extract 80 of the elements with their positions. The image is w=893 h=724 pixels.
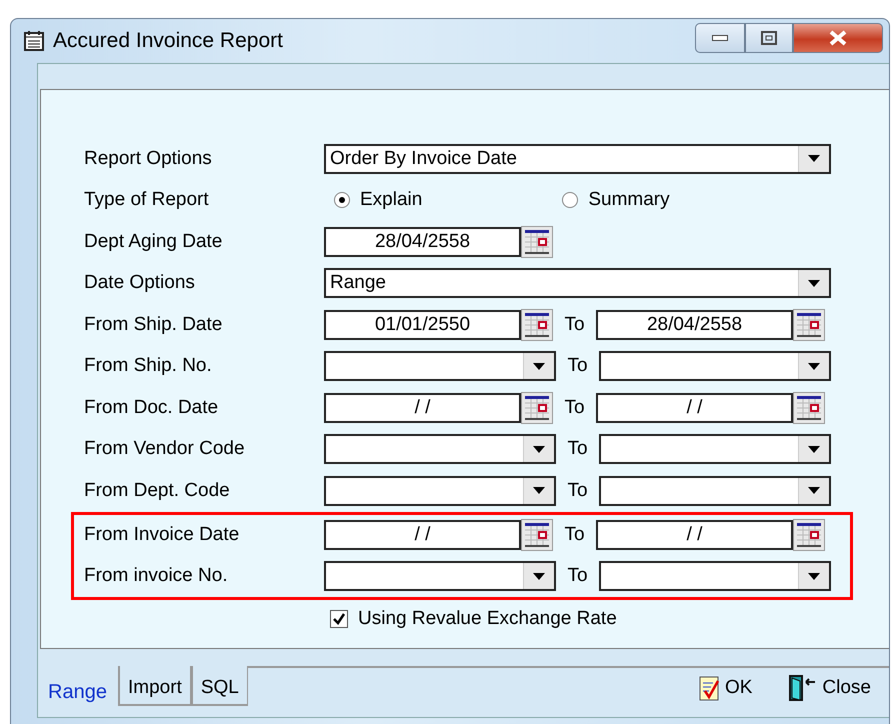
date-field[interactable]: / /	[324, 520, 521, 550]
caret-icon	[808, 446, 820, 453]
field-label: From Doc. Date	[84, 396, 220, 419]
caret-icon	[808, 487, 820, 494]
date-field[interactable]: / /	[324, 392, 521, 423]
field-label: Type of Report	[84, 189, 210, 212]
dropdown-field[interactable]	[599, 351, 831, 382]
dropdown-field[interactable]	[324, 561, 556, 591]
caret-icon	[533, 572, 545, 580]
caret-icon	[808, 155, 820, 162]
calendar-icon[interactable]	[793, 392, 825, 424]
close-button[interactable]: Close	[788, 674, 871, 702]
window-title: Accured Invoince Report	[53, 29, 283, 53]
calendar-icon[interactable]	[521, 226, 553, 258]
field-label: Report Options	[84, 148, 213, 170]
dropdown-button[interactable]	[798, 146, 829, 172]
field-label: Dept Aging Date	[84, 230, 224, 253]
tab[interactable]: Range	[40, 666, 118, 706]
tab[interactable]: Import	[118, 666, 191, 706]
checkmark-icon	[332, 612, 346, 626]
field-label: From Ship. No.	[84, 355, 213, 378]
to-label: To	[563, 396, 586, 419]
caret-icon	[808, 362, 820, 370]
caret-icon	[533, 446, 545, 453]
field-label: From Invoice Date	[84, 524, 240, 546]
dropdown-field[interactable]	[599, 561, 831, 591]
date-field[interactable]: 28/04/2558	[324, 226, 521, 257]
field-label: From Ship. Date	[84, 314, 224, 336]
calendar-icon[interactable]	[793, 308, 825, 341]
caret-icon	[808, 572, 820, 580]
calendar-icon[interactable]	[521, 308, 553, 341]
dropdown-field[interactable]	[324, 476, 556, 506]
close-icon	[829, 30, 847, 46]
dropdown-field[interactable]	[324, 351, 556, 382]
calendar-icon[interactable]	[521, 519, 553, 551]
to-label: To	[566, 565, 589, 587]
caret-icon	[808, 280, 820, 287]
dropdown-button[interactable]	[798, 270, 829, 296]
tab[interactable]: SQL	[190, 666, 248, 706]
to-label: To	[566, 480, 589, 502]
calendar-icon[interactable]	[793, 519, 825, 551]
field-label: From Vendor Code	[84, 438, 246, 460]
to-label: To	[563, 524, 586, 546]
caret-icon	[533, 487, 545, 494]
dropdown-field[interactable]: Range	[324, 268, 831, 298]
dropdown-field[interactable]	[599, 476, 831, 506]
field-label: Date Options	[84, 272, 196, 294]
dropdown-button[interactable]	[798, 478, 829, 504]
maximize-icon	[761, 31, 777, 45]
dropdown-field[interactable]	[324, 434, 556, 464]
dropdown-button[interactable]	[798, 436, 829, 462]
close-button[interactable]	[793, 23, 883, 53]
calendar-icon[interactable]	[521, 392, 553, 424]
dropdown-button[interactable]	[523, 563, 554, 589]
radio-option[interactable]: Explain	[334, 189, 422, 212]
radio-option[interactable]: Summary	[562, 189, 670, 212]
to-label: To	[566, 438, 589, 460]
date-field[interactable]: / /	[596, 392, 793, 423]
minimize-icon	[712, 35, 728, 41]
caret-icon	[533, 362, 545, 370]
field-label: From invoice No.	[84, 565, 229, 587]
date-field[interactable]: / /	[596, 520, 793, 550]
dropdown-field[interactable]	[599, 434, 831, 464]
maximize-button[interactable]	[745, 23, 793, 53]
dropdown-button[interactable]	[798, 353, 829, 380]
ok-button[interactable]: OK	[698, 675, 752, 701]
dropdown-button[interactable]	[523, 353, 554, 380]
dropdown-field[interactable]: Order By Invoice Date	[324, 144, 831, 174]
dropdown-button[interactable]	[523, 478, 554, 504]
dropdown-button[interactable]	[523, 436, 554, 462]
field-label: From Dept. Code	[84, 480, 231, 502]
date-field[interactable]: 28/04/2558	[596, 310, 793, 340]
checklist-icon	[698, 675, 721, 701]
checkbox-option[interactable]: Using Revalue Exchange Rate	[330, 608, 617, 630]
dropdown-button[interactable]	[798, 563, 829, 589]
minimize-button[interactable]	[695, 23, 745, 53]
to-label: To	[566, 355, 589, 378]
date-field[interactable]: 01/01/2550	[324, 310, 521, 340]
calendar-icon	[23, 30, 45, 52]
to-label: To	[563, 314, 586, 336]
